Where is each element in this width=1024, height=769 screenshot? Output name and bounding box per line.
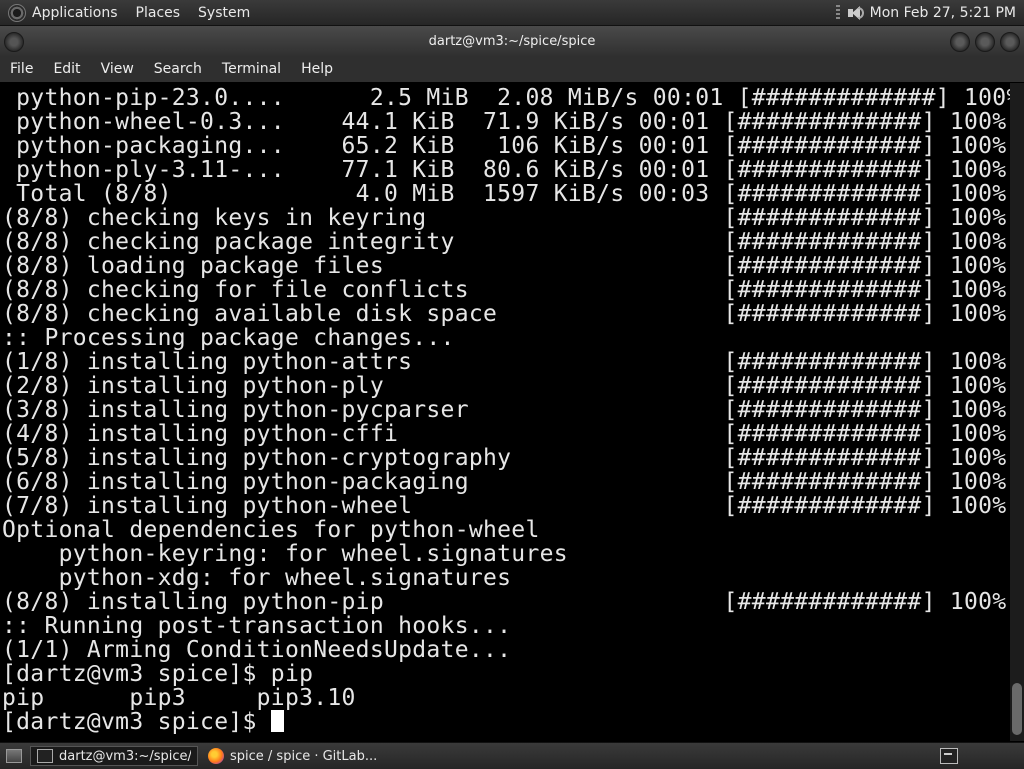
text-cursor (270, 710, 284, 732)
terminal-line: (4/8) installing python-cffi [##########… (2, 421, 1007, 447)
terminal-line: (8/8) checking for file conflicts [#####… (2, 277, 1007, 303)
terminal-line: python-ply-3.11-... 77.1 KiB 80.6 KiB/s … (2, 157, 1007, 183)
panel-tray: Mon Feb 27, 5:21 PM (835, 4, 1016, 21)
window-title: dartz@vm3:~/spice/spice (428, 33, 596, 49)
terminal-prompt-line[interactable]: [dartz@vm3 spice]$ (2, 710, 1010, 734)
terminal-line: (1/8) installing python-attrs [#########… (2, 349, 1007, 375)
places-menu[interactable]: Places (136, 5, 181, 21)
terminal-line: :: Running post-transaction hooks... (2, 613, 512, 639)
workspace-terminal-icon[interactable] (940, 748, 958, 764)
applications-menu[interactable]: Applications (32, 5, 118, 21)
taskbar-item-label: dartz@vm3:~/spice/... (59, 748, 191, 764)
terminal-line: [dartz@vm3 spice]$ pip (2, 661, 314, 687)
applications-logo-icon[interactable] (8, 3, 26, 22)
menu-help[interactable]: Help (291, 61, 343, 77)
terminal-prompt: [dartz@vm3 spice]$ (2, 709, 271, 735)
taskbar-item-terminal[interactable]: dartz@vm3:~/spice/... (30, 746, 198, 766)
window-titlebar[interactable]: dartz@vm3:~/spice/spice (0, 26, 1024, 56)
terminal-menubar: File Edit View Search Terminal Help (0, 56, 1024, 82)
terminal-line: python-pip-23.0.... 2.5 MiB 2.08 MiB/s 0… (2, 85, 1010, 111)
terminal-line: (3/8) installing python-pycparser [#####… (2, 397, 1007, 423)
terminal-text: python-pip-23.0.... 2.5 MiB 2.08 MiB/s 0… (2, 86, 1010, 734)
system-menu[interactable]: System (198, 5, 250, 21)
terminal-line: python-xdg: for wheel.signatures (2, 565, 512, 591)
menu-view[interactable]: View (91, 61, 144, 77)
bottom-panel: dartz@vm3:~/spice/... spice / spice · Gi… (0, 742, 1024, 769)
terminal-output[interactable]: python-pip-23.0.... 2.5 MiB 2.08 MiB/s 0… (0, 83, 1010, 741)
terminal-line: (6/8) installing python-packaging [#####… (2, 469, 1007, 495)
terminal-scrollbar[interactable] (1010, 83, 1024, 741)
volume-icon[interactable] (847, 5, 864, 21)
terminal-line: (8/8) checking available disk space [###… (2, 301, 1007, 327)
terminal-line: python-keyring: for wheel.signatures (2, 541, 568, 567)
terminal-icon (37, 749, 53, 763)
menu-edit[interactable]: Edit (43, 61, 90, 77)
terminal-line: (8/8) checking keys in keyring [########… (2, 205, 1007, 231)
taskbar-item-label: spice / spice · GitLab... (230, 748, 376, 764)
terminal-line: (1/1) Arming ConditionNeedsUpdate... (2, 637, 512, 663)
maximize-button[interactable] (975, 32, 995, 52)
terminal-line: Optional dependencies for python-wheel (2, 517, 540, 543)
taskbar-item-firefox[interactable]: spice / spice · GitLab... (202, 746, 382, 766)
top-panel: Applications Places System Mon Feb 27, 5… (0, 0, 1024, 26)
terminal-line: :: Processing package changes... (2, 325, 455, 351)
terminal-line: (2/8) installing python-ply [###########… (2, 373, 1007, 399)
scrollbar-thumb[interactable] (1012, 683, 1022, 735)
show-desktop-icon[interactable] (6, 749, 22, 763)
terminal-line: python-packaging... 65.2 KiB 106 KiB/s 0… (2, 133, 1007, 159)
terminal-line: (8/8) checking package integrity [######… (2, 229, 1007, 255)
terminal-line: (8/8) loading package files [###########… (2, 253, 1007, 279)
minimize-button[interactable] (950, 32, 970, 52)
menu-terminal[interactable]: Terminal (212, 61, 291, 77)
clock[interactable]: Mon Feb 27, 5:21 PM (870, 5, 1016, 21)
menu-search[interactable]: Search (144, 61, 212, 77)
firefox-icon (208, 748, 224, 764)
terminal-line: (8/8) installing python-pip [###########… (2, 589, 1007, 615)
close-button[interactable] (1000, 32, 1020, 52)
terminal-line: (5/8) installing python-cryptography [##… (2, 445, 1007, 471)
terminal-line: pip pip3 pip3.10 (2, 685, 356, 711)
menu-file[interactable]: File (0, 61, 43, 77)
terminal-line: python-wheel-0.3... 44.1 KiB 71.9 KiB/s … (2, 109, 1007, 135)
panel-separator-handle (835, 4, 840, 21)
window-menu-icon[interactable] (4, 32, 24, 52)
terminal-line: (7/8) installing python-wheel [#########… (2, 493, 1007, 519)
terminal-line: Total (8/8) 4.0 MiB 1597 KiB/s 00:03 [##… (2, 181, 1007, 207)
